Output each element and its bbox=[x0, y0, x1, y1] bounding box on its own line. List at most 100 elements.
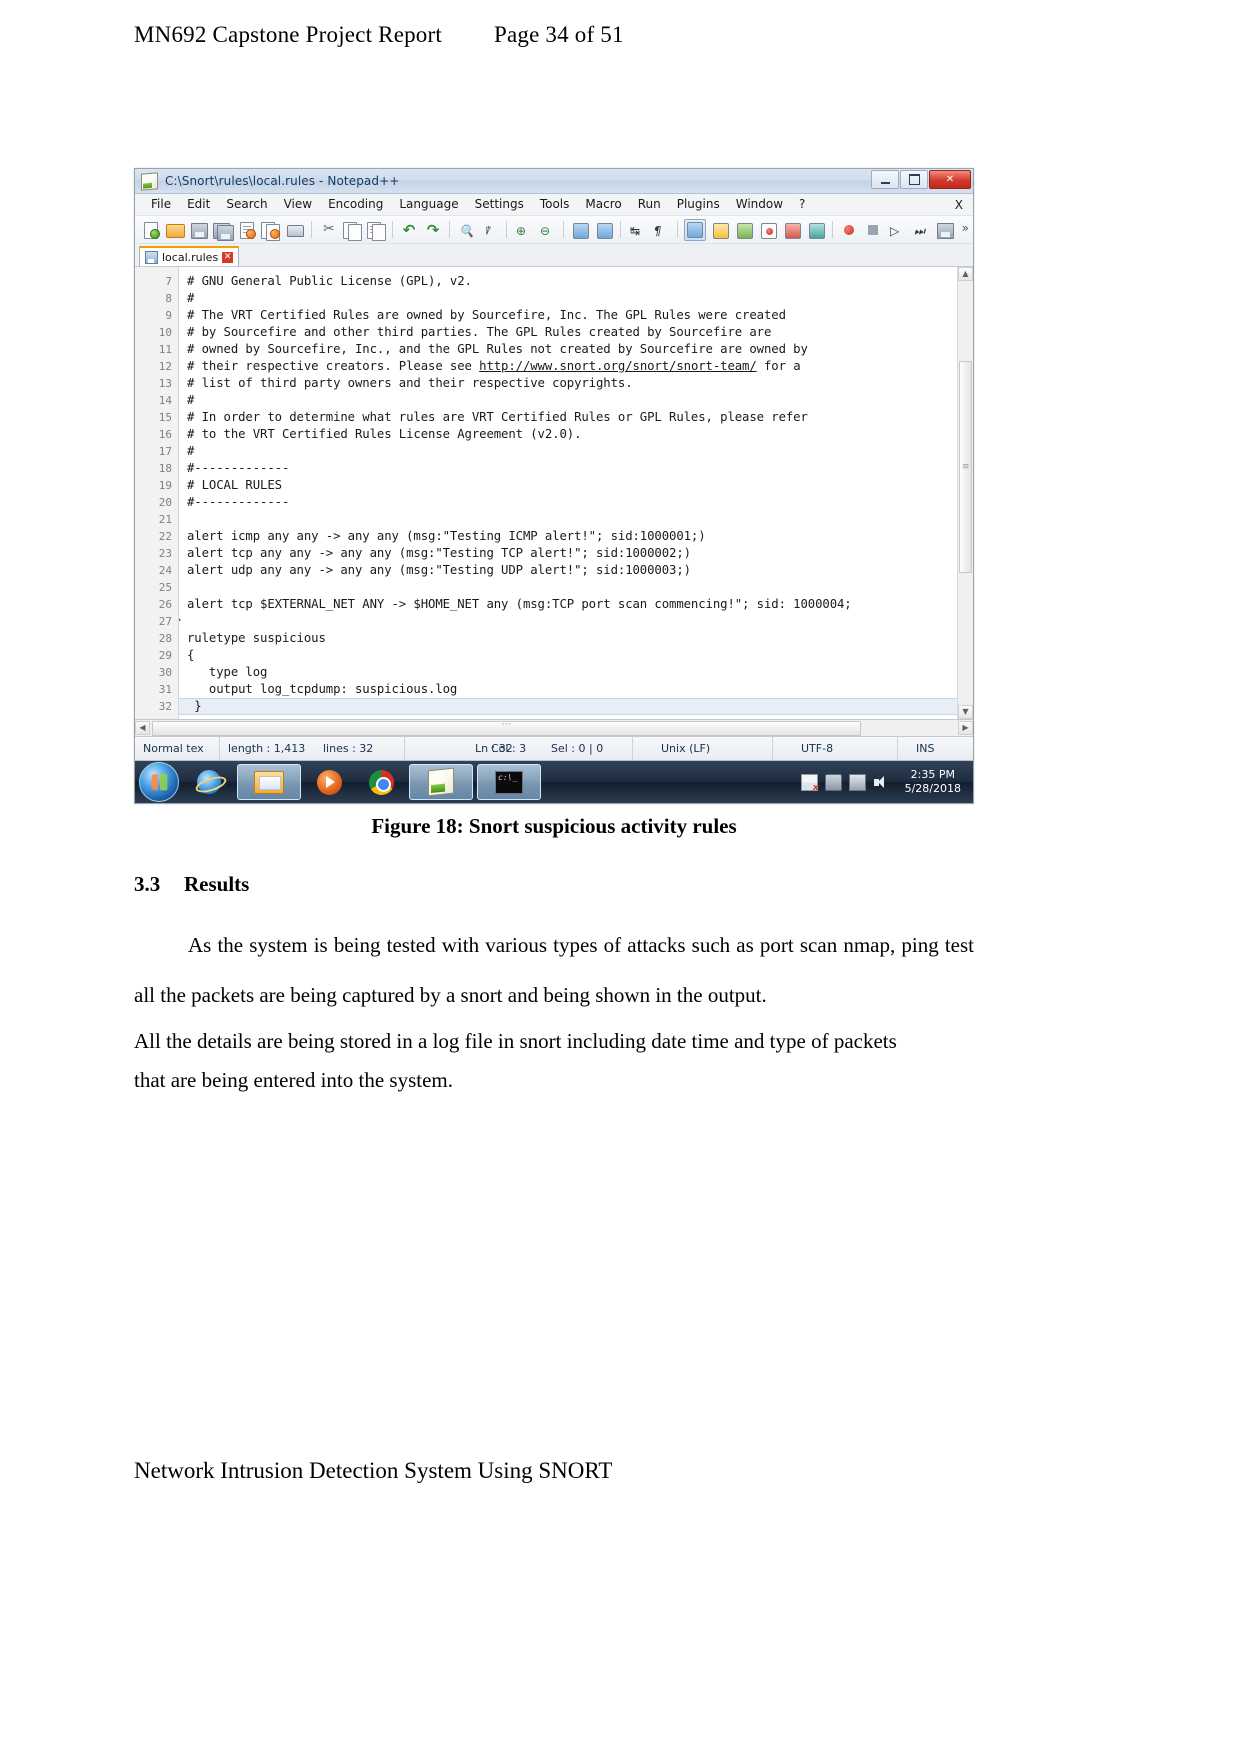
paragraph-results-2: All the details are being stored in a lo… bbox=[134, 1022, 974, 1100]
window-controls[interactable]: ✕ bbox=[871, 170, 971, 189]
menu-item-edit[interactable]: Edit bbox=[179, 194, 218, 215]
menu-item-settings[interactable]: Settings bbox=[467, 194, 532, 215]
close-file-icon[interactable] bbox=[237, 220, 257, 240]
new-file-icon[interactable] bbox=[141, 220, 161, 240]
snort-team-url-link[interactable]: http://www.snort.org/snort/snort-team/ bbox=[479, 359, 757, 373]
vertical-scroll-thumb[interactable] bbox=[959, 361, 972, 573]
zoom-out-icon[interactable]: ⊖ bbox=[537, 220, 557, 240]
tab-bar[interactable]: local.rules ✕ bbox=[135, 244, 973, 267]
menu-item-macro[interactable]: Macro bbox=[577, 194, 629, 215]
toolbar[interactable]: ✂ ↶ ↷ 🔍 ⍒ ⊕ ⊖ ↹ ¶ ▷ ⏭ » bbox=[135, 216, 973, 244]
paste-icon[interactable] bbox=[366, 220, 386, 241]
menu-bar[interactable]: File Edit Search View Encoding Language … bbox=[135, 194, 973, 216]
maximize-button[interactable] bbox=[900, 170, 928, 189]
tab-label: local.rules bbox=[162, 250, 219, 264]
play-macro-icon[interactable]: ▷ bbox=[887, 220, 907, 240]
toolbar-overflow-icon[interactable]: » bbox=[962, 221, 969, 235]
taskbar-windows-explorer[interactable] bbox=[237, 764, 301, 800]
tab-local-rules[interactable]: local.rules ✕ bbox=[139, 246, 240, 266]
code-line: # GNU General Public License (GPL), v2. bbox=[187, 274, 472, 288]
sync-horizontal-scroll-icon[interactable] bbox=[594, 220, 614, 240]
menu-item-tools[interactable]: Tools bbox=[532, 194, 578, 215]
close-button[interactable]: ✕ bbox=[929, 170, 971, 189]
taskbar-clock[interactable]: 2:35 PM 5/28/2018 bbox=[899, 768, 967, 796]
close-document-button[interactable]: X bbox=[955, 198, 963, 212]
tab-close-icon[interactable]: ✕ bbox=[222, 251, 234, 263]
line-number: 8 bbox=[165, 292, 172, 305]
vertical-scrollbar[interactable]: ▲ ▼ bbox=[957, 267, 973, 719]
taskbar-notepadpp[interactable] bbox=[409, 764, 473, 800]
stop-macro-icon[interactable] bbox=[863, 220, 883, 240]
menu-item-view[interactable]: View bbox=[276, 194, 320, 215]
menu-item-run[interactable]: Run bbox=[630, 194, 669, 215]
macro-stop-icon[interactable] bbox=[782, 220, 802, 240]
open-file-icon[interactable] bbox=[165, 220, 185, 240]
line-number-gutter: 7 8 9 10 11 12 13 14 15 16 17 18 19 20 2… bbox=[135, 267, 179, 719]
system-tray[interactable]: 2:35 PM 5/28/2018 bbox=[800, 761, 973, 803]
toolbar-separator bbox=[563, 221, 564, 238]
usb-icon[interactable] bbox=[824, 773, 842, 791]
word-wrap-icon[interactable]: ↹ bbox=[627, 220, 647, 240]
minimize-button[interactable] bbox=[871, 170, 899, 189]
windows-taskbar[interactable]: 2:35 PM 5/28/2018 bbox=[135, 761, 973, 803]
taskbar-command-prompt[interactable] bbox=[477, 764, 541, 800]
taskbar-google-chrome[interactable] bbox=[357, 764, 405, 800]
copy-icon[interactable] bbox=[342, 220, 362, 241]
menu-item-plugins[interactable]: Plugins bbox=[669, 194, 728, 215]
close-all-files-icon[interactable] bbox=[261, 220, 281, 241]
print-icon[interactable] bbox=[285, 220, 305, 240]
record-macro-icon[interactable] bbox=[839, 220, 859, 240]
sync-vertical-scroll-icon[interactable] bbox=[570, 220, 590, 240]
code-text-area[interactable]: # GNU General Public License (GPL), v2. … bbox=[179, 267, 973, 719]
scroll-right-arrow-icon[interactable]: ▶ bbox=[958, 721, 973, 735]
code-editor[interactable]: 7 8 9 10 11 12 13 14 15 16 17 18 19 20 2… bbox=[135, 267, 973, 720]
taskbar-media-player[interactable] bbox=[305, 764, 353, 800]
show-all-characters-icon[interactable]: ¶ bbox=[651, 220, 671, 240]
horizontal-scroll-thumb[interactable] bbox=[152, 719, 861, 736]
line-number: 27 bbox=[158, 615, 172, 628]
replace-icon[interactable]: ⍒ bbox=[480, 220, 500, 240]
save-macro-icon[interactable] bbox=[935, 220, 955, 240]
window-title-text: C:\Snort\rules\local.rules - Notepad++ bbox=[165, 174, 400, 188]
redo-icon[interactable]: ↷ bbox=[423, 220, 443, 240]
scroll-down-arrow-icon[interactable]: ▼ bbox=[958, 705, 973, 719]
menu-item-search[interactable]: Search bbox=[218, 194, 275, 215]
cut-icon[interactable]: ✂ bbox=[318, 220, 338, 240]
windows-start-button-icon[interactable] bbox=[139, 762, 179, 802]
line-number: 26 bbox=[158, 598, 172, 611]
horizontal-scrollbar[interactable]: ◀ ▶ bbox=[135, 719, 973, 737]
save-all-icon[interactable] bbox=[213, 220, 234, 241]
action-center-icon[interactable] bbox=[800, 773, 819, 793]
document-map-icon[interactable] bbox=[710, 220, 730, 240]
menu-item-window[interactable]: Window bbox=[728, 194, 791, 215]
scroll-left-arrow-icon[interactable]: ◀ bbox=[135, 721, 150, 735]
run-macro-multiple-icon[interactable]: ⏭ bbox=[911, 220, 931, 240]
undo-icon[interactable]: ↶ bbox=[399, 220, 419, 240]
menu-item-file[interactable]: File bbox=[143, 194, 179, 215]
report-title: MN692 Capstone Project Report bbox=[134, 22, 442, 47]
macro-playback-icon[interactable] bbox=[806, 220, 826, 240]
status-encoding: UTF-8 bbox=[773, 737, 898, 760]
zoom-in-icon[interactable]: ⊕ bbox=[513, 220, 533, 240]
window-title-bar[interactable]: C:\Snort\rules\local.rules - Notepad++ ✕ bbox=[135, 169, 973, 194]
function-list-icon[interactable] bbox=[684, 218, 706, 241]
network-icon[interactable] bbox=[848, 773, 866, 791]
volume-icon[interactable] bbox=[873, 775, 888, 790]
macro-record-icon[interactable] bbox=[758, 220, 778, 240]
media-player-icon bbox=[316, 769, 342, 795]
scroll-up-arrow-icon[interactable]: ▲ bbox=[958, 267, 973, 281]
line-number: 16 bbox=[158, 428, 172, 441]
code-line: alert tcp any any -> any any (msg:"Testi… bbox=[187, 546, 691, 560]
taskbar-internet-explorer[interactable] bbox=[185, 764, 233, 800]
toolbar-separator bbox=[506, 221, 507, 238]
menu-item-encoding[interactable]: Encoding bbox=[320, 194, 391, 215]
toolbar-separator bbox=[677, 221, 678, 238]
save-icon[interactable] bbox=[189, 220, 209, 240]
line-number: 10 bbox=[158, 326, 172, 339]
menu-item-help[interactable]: ? bbox=[791, 194, 813, 215]
find-icon[interactable]: 🔍 bbox=[456, 220, 476, 240]
menu-item-language[interactable]: Language bbox=[391, 194, 466, 215]
folder-as-workspace-icon[interactable] bbox=[734, 220, 754, 240]
code-line: # The VRT Certified Rules are owned by S… bbox=[187, 308, 786, 322]
